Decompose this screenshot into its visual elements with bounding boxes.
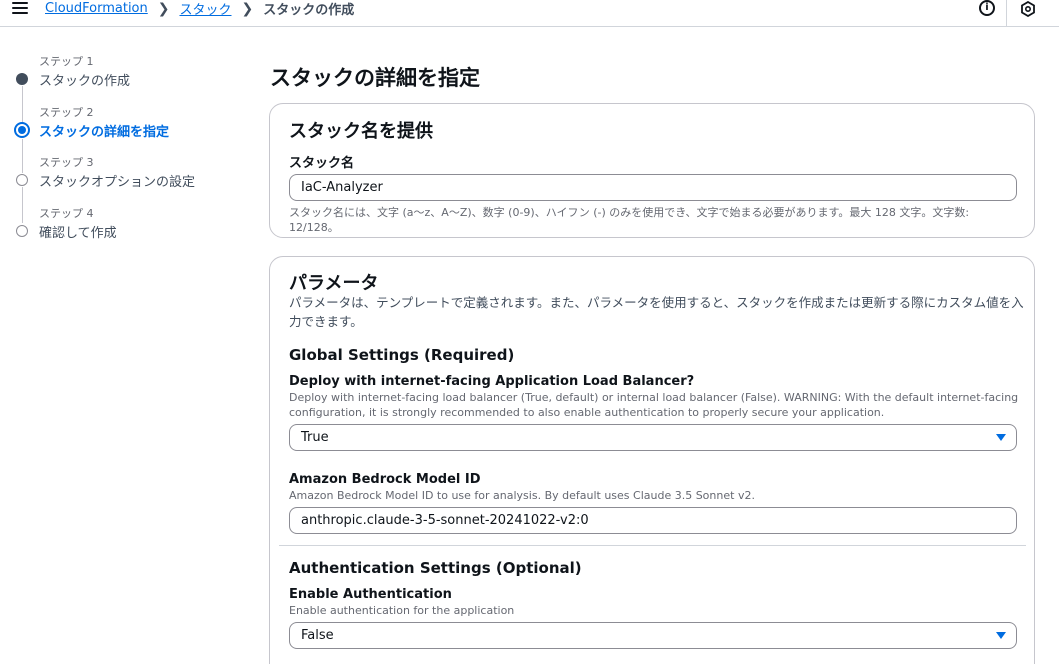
- caret-down-icon: [996, 632, 1006, 639]
- chevron-right-icon: ❯: [157, 0, 170, 17]
- breadcrumb-current: スタックの作成: [263, 3, 355, 18]
- step-done-icon: [16, 73, 28, 85]
- toolbar-divider: [1006, 0, 1007, 26]
- card-title: スタック名を提供: [289, 121, 433, 142]
- step-label: スタックオプションの設定: [39, 175, 196, 190]
- step-pending-icon: [16, 224, 28, 237]
- enable-auth-select[interactable]: False: [289, 622, 1017, 649]
- wizard-steps: ステップ 1 スタックの作成 ステップ 2 スタックの詳細を指定 ステップ 3 …: [14, 53, 234, 255]
- step-label: 確認して作成: [39, 225, 117, 241]
- alb-selected-value: True: [301, 430, 329, 445]
- wizard-step-1[interactable]: ステップ 1 スタックの作成: [14, 53, 234, 122]
- hamburger-menu-icon[interactable]: [12, 1, 28, 15]
- step-label: スタックの詳細を指定: [39, 124, 170, 140]
- model-id-input[interactable]: anthropic.claude-3-5-sonnet-20241022-v2:…: [289, 507, 1017, 534]
- alb-label: Deploy with internet-facing Application …: [289, 374, 695, 389]
- section-divider: [279, 545, 1026, 546]
- enable-auth-description: Enable authentication for the applicatio…: [289, 604, 515, 617]
- enable-auth-label: Enable Authentication: [289, 587, 452, 602]
- breadcrumb-stacks-link[interactable]: スタック: [179, 0, 231, 18]
- cloudshell-icon[interactable]: [1020, 1, 1036, 17]
- wizard-step-3: ステップ 3 スタックオプションの設定: [14, 154, 234, 223]
- step-label: スタックの作成: [39, 74, 131, 89]
- stack-name-hint: スタック名には、文字 (a〜z、A〜Z)、数字 (0-9)、ハイフン (-) の…: [289, 206, 981, 234]
- step-number: ステップ 2: [39, 105, 94, 119]
- step-current-icon: [14, 121, 30, 138]
- page-title: スタックの詳細を指定: [270, 66, 480, 90]
- wizard-step-4: ステップ 4 確認して作成: [14, 205, 234, 256]
- card-title: パラメータ: [289, 273, 379, 294]
- top-navigation-bar: CloudFormation ❯ スタック ❯ スタックの作成 i: [0, 0, 1059, 27]
- breadcrumb: CloudFormation ❯ スタック ❯ スタックの作成: [45, 0, 355, 19]
- alb-select[interactable]: True: [289, 424, 1017, 451]
- chevron-right-icon: ❯: [241, 0, 254, 17]
- global-settings-heading: Global Settings (Required): [289, 346, 515, 364]
- model-id-description: Amazon Bedrock Model ID to use for analy…: [289, 489, 755, 502]
- enable-auth-selected-value: False: [301, 628, 334, 643]
- wizard-step-2: ステップ 2 スタックの詳細を指定: [14, 104, 234, 173]
- step-number: ステップ 3: [39, 156, 94, 169]
- parameters-description: パラメータは、テンプレートで定義されます。また、パラメータを使用すると、スタック…: [289, 295, 1024, 329]
- parameters-card: パラメータ パラメータは、テンプレートで定義されます。また、パラメータを使用する…: [269, 256, 1035, 664]
- stack-name-input[interactable]: IaC-Analyzer: [289, 174, 1017, 201]
- step-pending-icon: [16, 174, 28, 186]
- breadcrumb-cloudformation-link[interactable]: CloudFormation: [45, 1, 148, 16]
- info-circle-icon[interactable]: i: [979, 0, 995, 16]
- model-id-label: Amazon Bedrock Model ID: [289, 472, 481, 487]
- auth-settings-heading: Authentication Settings (Optional): [289, 559, 582, 577]
- alb-description: Deploy with internet-facing load balance…: [289, 391, 1019, 419]
- stack-name-label: スタック名: [289, 156, 355, 171]
- caret-down-icon: [996, 434, 1006, 441]
- step-number: ステップ 1: [39, 55, 94, 68]
- stack-name-card: スタック名を提供 スタック名 IaC-Analyzer スタック名には、文字 (…: [269, 103, 1035, 238]
- step-number: ステップ 4: [39, 206, 94, 220]
